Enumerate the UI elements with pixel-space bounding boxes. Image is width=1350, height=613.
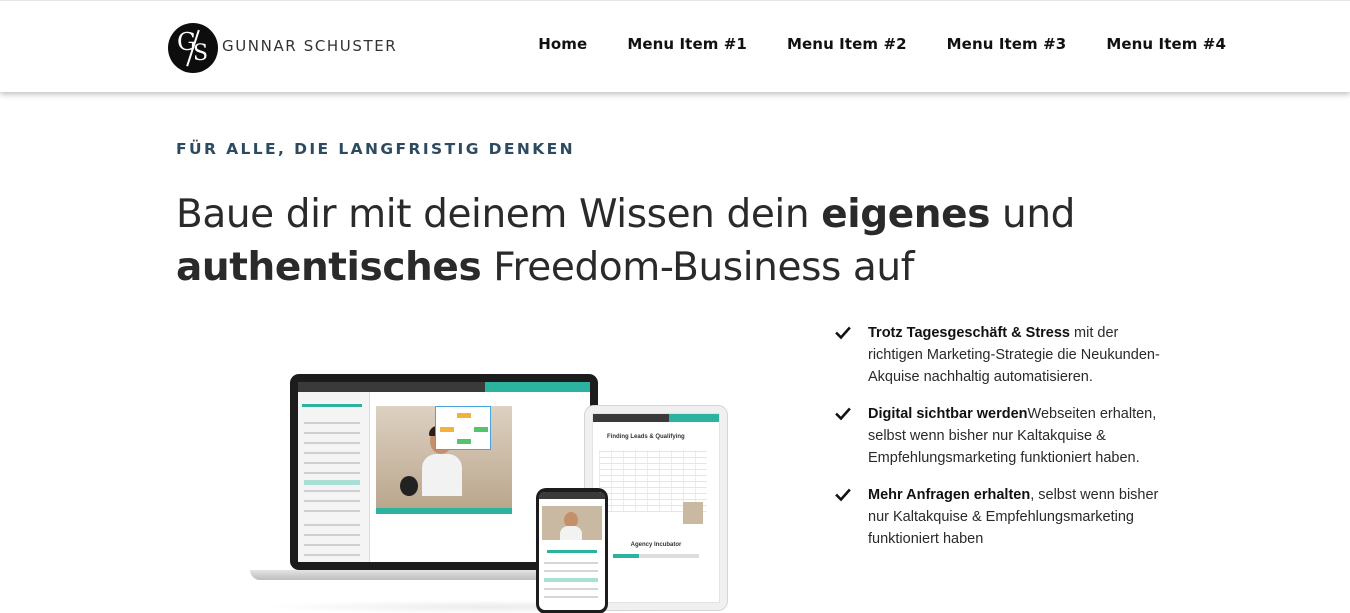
course-topbar [298,382,590,392]
hero-headline: Baue dir mit deinem Wissen dein eigenes … [176,188,1236,294]
feature-item: Mehr Anfragen erhalten, selbst wenn bish… [835,484,1165,550]
headline-part2: und [990,192,1076,237]
microphone-icon [400,476,418,496]
feature-bold: Mehr Anfragen erhalten [868,487,1031,503]
nav-home[interactable]: Home [538,35,587,53]
nav-menu-item-3[interactable]: Menu Item #3 [947,35,1067,53]
feature-item: Digital sichtbar werdenWebseiten erhalte… [835,403,1165,469]
brand-name[interactable]: GUNNAR SCHUSTER [222,37,397,55]
devices-mockup-image: Finding Leads & Qualifying Agency Incuba… [250,360,740,613]
video-controls [376,508,512,514]
phone-progress-bar [547,550,597,553]
feature-bold: Digital sichtbar werden [868,406,1028,422]
tablet-screen: Finding Leads & Qualifying Agency Incuba… [592,413,720,603]
headline-part3: Freedom-Business auf [481,245,915,290]
check-icon [835,326,851,340]
course-sidebar [298,392,370,562]
headline-part1: Baue dir mit deinem Wissen dein [176,192,822,237]
headline-bold1: eigenes [821,192,991,237]
nav-menu-item-2[interactable]: Menu Item #2 [787,35,907,53]
phone-video-thumb [542,506,602,540]
check-icon [835,407,851,421]
main-nav: Home Menu Item #1 Menu Item #2 Menu Item… [538,35,1226,53]
feature-list: Trotz Tagesgeschäft & Stress mit der ric… [835,322,1165,565]
nav-menu-item-1[interactable]: Menu Item #1 [627,35,747,53]
tablet-video-thumb [683,502,703,524]
check-icon [835,488,851,502]
nav-menu-item-4[interactable]: Menu Item #4 [1106,35,1226,53]
site-header: G S GUNNAR SCHUSTER Home Menu Item #1 Me… [0,0,1350,92]
headline-bold2: authentisches [176,245,482,290]
logo-letter-s: S [193,41,209,66]
phone-mockup [536,488,608,613]
hero-eyebrow: FÜR ALLE, DIE LANGFRISTIG DENKEN [176,140,576,158]
tablet-title: Finding Leads & Qualifying [607,434,685,440]
feature-bold: Trotz Tagesgeschäft & Stress [868,325,1070,341]
logo[interactable]: G S [168,23,218,73]
flow-diagram [435,406,491,450]
phone-screen [539,492,605,610]
tablet-subtitle: Agency Incubator [630,542,682,548]
feature-item: Trotz Tagesgeschäft & Stress mit der ric… [835,322,1165,388]
tablet-progress-bar [613,554,699,558]
